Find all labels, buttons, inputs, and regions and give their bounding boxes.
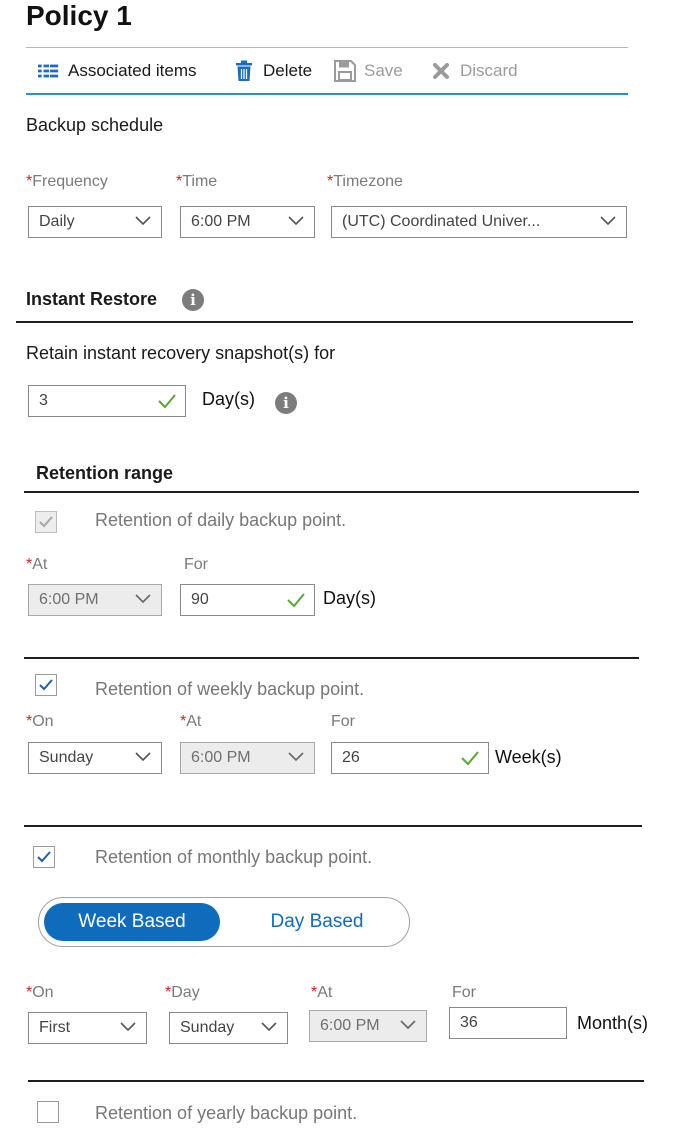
checkmark-icon: [37, 851, 51, 863]
checkmark-icon: [39, 679, 53, 691]
timezone-label: *Timezone: [327, 173, 403, 190]
save-button[interactable]: Save: [334, 60, 403, 82]
retention-range-heading: Retention range: [36, 463, 174, 483]
toolbar-divider: [26, 93, 628, 95]
chevron-down-icon: [135, 752, 151, 762]
daily-for-label: For: [184, 556, 208, 573]
daily-for-value: 90: [191, 591, 209, 608]
chevron-down-icon: [288, 216, 304, 226]
chevron-down-icon: [400, 1020, 416, 1030]
title-divider: [26, 47, 628, 48]
chevron-down-icon: [288, 752, 304, 762]
weekly-for-value: 26: [342, 749, 360, 766]
save-label: Save: [364, 61, 403, 80]
weekly-at-label: *At: [180, 713, 202, 730]
frequency-select[interactable]: Daily: [28, 206, 162, 238]
daily-for-input[interactable]: 90: [180, 584, 315, 616]
discard-label: Discard: [460, 61, 518, 80]
monthly-for-value: 36: [460, 1014, 478, 1031]
time-value: 6:00 PM: [191, 213, 251, 230]
frequency-value: Daily: [39, 213, 75, 230]
monthly-on-select[interactable]: First: [28, 1012, 147, 1044]
close-icon: [430, 60, 452, 82]
checkmark-icon: [287, 593, 305, 608]
info-icon[interactable]: i: [182, 289, 204, 311]
monthly-on-label: *On: [26, 984, 54, 1001]
week-based-option[interactable]: Week Based: [44, 903, 220, 941]
monthly-day-label: *Day: [165, 984, 200, 1001]
daily-retention-checkbox[interactable]: [35, 511, 57, 533]
checkmark-icon: [461, 751, 479, 766]
daily-at-label: *At: [26, 556, 48, 573]
chevron-down-icon: [135, 594, 151, 604]
monthly-for-unit: Month(s): [577, 1013, 649, 1033]
retain-days-value: 3: [39, 392, 48, 409]
monthly-for-label: For: [452, 984, 476, 1001]
monthly-retention-checkbox[interactable]: [33, 846, 55, 868]
weekly-at-value: 6:00 PM: [191, 749, 251, 766]
page-title: Policy 1: [26, 0, 132, 31]
weekly-on-value: Sunday: [39, 749, 94, 766]
daily-at-value: 6:00 PM: [39, 591, 99, 608]
daily-for-unit: Day(s): [323, 588, 376, 608]
monthly-divider: [24, 825, 642, 827]
monthly-at-value: 6:00 PM: [320, 1017, 380, 1034]
backup-schedule-heading: Backup schedule: [26, 115, 164, 135]
retain-days-input[interactable]: 3: [28, 385, 186, 417]
frequency-label: *Frequency: [26, 173, 108, 190]
monthly-on-value: First: [39, 1019, 71, 1036]
instant-restore-divider: [16, 321, 633, 323]
time-label: *Time: [176, 173, 218, 190]
monthly-at-select[interactable]: 6:00 PM: [309, 1010, 427, 1042]
delete-button[interactable]: Delete: [233, 60, 312, 82]
daily-at-select[interactable]: 6:00 PM: [28, 584, 162, 616]
weekly-on-select[interactable]: Sunday: [28, 742, 162, 774]
weekly-for-input[interactable]: 26: [331, 742, 489, 774]
timezone-value: (UTC) Coordinated Univer...: [342, 213, 541, 230]
day-based-option[interactable]: Day Based: [229, 903, 405, 941]
discard-button[interactable]: Discard: [430, 60, 518, 82]
instant-restore-heading: Instant Restore: [26, 289, 158, 309]
checkmark-icon: [39, 516, 53, 528]
associated-items-button[interactable]: Associated items: [38, 60, 197, 82]
yearly-retention-checkbox[interactable]: [37, 1101, 59, 1123]
chevron-down-icon: [600, 216, 616, 226]
monthly-day-value: Sunday: [180, 1019, 235, 1036]
save-icon: [334, 60, 356, 82]
monthly-basis-toggle[interactable]: Week Based Day Based: [38, 897, 410, 947]
list-icon: [38, 60, 60, 82]
weekly-retention-label: Retention of weekly backup point.: [95, 679, 365, 699]
time-select[interactable]: 6:00 PM: [180, 206, 315, 238]
checkmark-icon: [158, 394, 176, 409]
monthly-for-input[interactable]: 36: [449, 1007, 567, 1039]
retain-days-unit: Day(s): [202, 389, 255, 409]
yearly-retention-label: Retention of yearly backup point.: [95, 1103, 358, 1123]
timezone-select[interactable]: (UTC) Coordinated Univer...: [331, 206, 627, 238]
monthly-day-select[interactable]: Sunday: [169, 1012, 288, 1044]
weekly-retention-checkbox[interactable]: [35, 674, 57, 696]
monthly-at-label: *At: [311, 984, 333, 1001]
daily-retention-label: Retention of daily backup point.: [95, 510, 347, 530]
weekly-on-label: *On: [26, 713, 54, 730]
trash-icon: [233, 60, 255, 82]
yearly-divider: [28, 1080, 644, 1082]
retention-divider: [24, 491, 639, 493]
chevron-down-icon: [120, 1022, 136, 1032]
delete-label: Delete: [263, 61, 313, 80]
info-icon[interactable]: i: [275, 392, 297, 414]
chevron-down-icon: [261, 1022, 277, 1032]
weekly-divider: [24, 657, 639, 659]
monthly-retention-label: Retention of monthly backup point.: [95, 847, 373, 867]
associated-items-label: Associated items: [68, 61, 197, 80]
weekly-at-select[interactable]: 6:00 PM: [180, 742, 315, 774]
chevron-down-icon: [135, 216, 151, 226]
weekly-for-label: For: [331, 713, 355, 730]
weekly-for-unit: Week(s): [495, 747, 562, 767]
retain-snapshot-label: Retain instant recovery snapshot(s) for: [26, 343, 336, 363]
